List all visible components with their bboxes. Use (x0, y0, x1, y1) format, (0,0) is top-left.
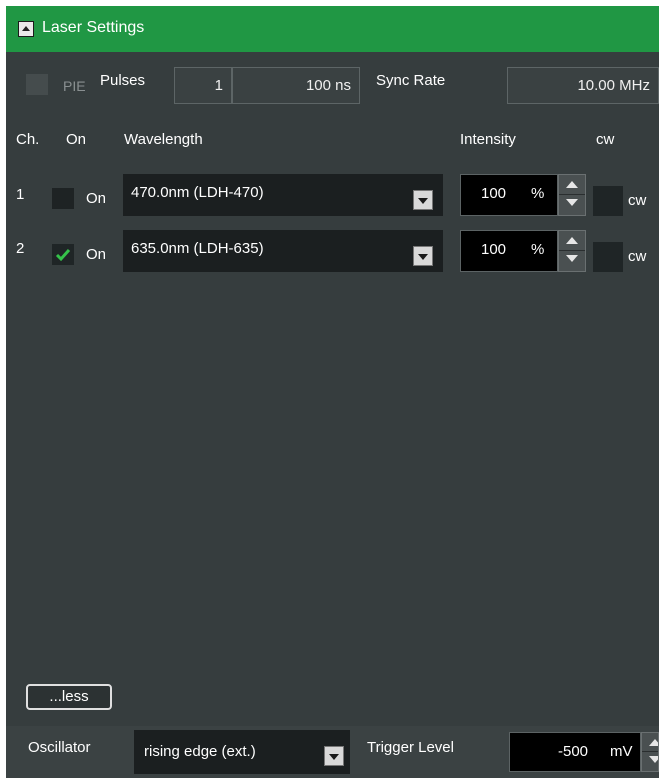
stepper-up-icon[interactable] (642, 733, 658, 752)
collapse-icon[interactable] (18, 21, 34, 37)
channel-1-intensity-field[interactable]: 100 % (460, 174, 558, 216)
stepper-down-icon[interactable] (559, 251, 585, 271)
pie-checkbox[interactable] (26, 74, 48, 95)
trigger-level-field[interactable]: -500 mV (509, 732, 641, 772)
channel-2-cw-label: cw (628, 248, 647, 265)
panel-header: Laser Settings (6, 6, 659, 52)
channel-1-wavelength-select[interactable]: 470.0nm (LDH-470) (123, 174, 443, 216)
column-on: On (66, 131, 87, 148)
pie-label: PIE (63, 78, 86, 94)
oscillator-select[interactable]: rising edge (ext.) (134, 730, 350, 774)
less-button[interactable]: ...less (26, 684, 112, 710)
stepper-down-icon[interactable] (559, 195, 585, 215)
column-ch: Ch. (16, 131, 40, 148)
channel-2-intensity-unit: % (531, 241, 545, 258)
pulses-count-field[interactable]: 1 (174, 67, 232, 104)
channel-2-intensity-value: 100 (481, 241, 507, 258)
channel-1-cw-label: cw (628, 192, 647, 209)
sync-rate-label: Sync Rate (376, 72, 446, 89)
channel-1-number: 1 (16, 186, 25, 203)
channel-1-intensity-stepper[interactable] (558, 174, 586, 216)
stepper-up-icon[interactable] (559, 231, 585, 251)
column-intensity: Intensity (460, 131, 516, 148)
channel-2-intensity-stepper[interactable] (558, 230, 586, 272)
column-cw: cw (596, 131, 615, 148)
channel-2-cw-checkbox[interactable] (593, 242, 623, 272)
trigger-level-value: -500 (558, 743, 589, 760)
stepper-up-icon[interactable] (559, 175, 585, 195)
oscillator-value: rising edge (ext.) (144, 743, 256, 760)
sync-rate-field: 10.00 MHz (507, 67, 659, 104)
oscillator-label: Oscillator (28, 739, 91, 756)
checkmark-icon (55, 249, 71, 262)
channel-1-on-checkbox[interactable] (52, 188, 74, 209)
channel-2-intensity-field[interactable]: 100 % (460, 230, 558, 272)
column-wavelength: Wavelength (124, 131, 203, 148)
pulse-width-field[interactable]: 100 ns (232, 67, 360, 104)
laser-settings-panel: Laser Settings PIE Pulses 1 100 ns Sync … (6, 6, 659, 778)
channel-2-wavelength-value: 635.0nm (LDH-635) (131, 240, 264, 257)
channel-2-on-label: On (86, 246, 107, 263)
channel-2-number: 2 (16, 240, 25, 257)
chevron-down-icon[interactable] (413, 246, 433, 266)
trigger-level-label: Trigger Level (367, 739, 454, 756)
stepper-down-icon[interactable] (642, 752, 658, 771)
channel-2-on-checkbox[interactable] (52, 244, 74, 265)
chevron-down-icon[interactable] (413, 190, 433, 210)
pulses-label: Pulses (100, 72, 146, 89)
channel-1-on-label: On (86, 190, 107, 207)
channel-1-intensity-unit: % (531, 185, 545, 202)
channel-1-wavelength-value: 470.0nm (LDH-470) (131, 184, 264, 201)
channel-2-wavelength-select[interactable]: 635.0nm (LDH-635) (123, 230, 443, 272)
trigger-level-stepper[interactable] (641, 732, 659, 772)
trigger-level-unit: mV (610, 743, 633, 760)
channel-1-cw-checkbox[interactable] (593, 186, 623, 216)
chevron-down-icon[interactable] (324, 746, 344, 766)
panel-title: Laser Settings (42, 19, 145, 36)
channel-1-intensity-value: 100 (481, 185, 507, 202)
bottom-bar: Oscillator rising edge (ext.) Trigger Le… (6, 726, 659, 778)
